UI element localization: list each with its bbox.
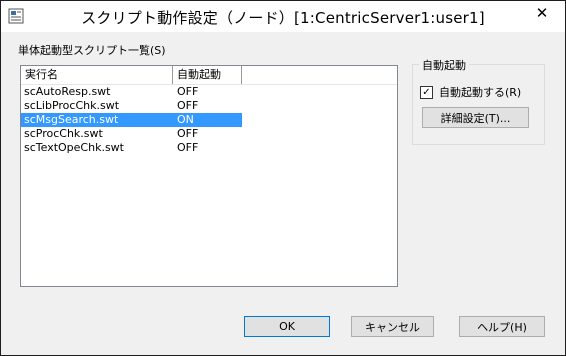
script-name: scMsgSearch.swt: [24, 113, 119, 126]
auto-start-group-label: 自動起動: [419, 57, 469, 73]
help-button[interactable]: ヘルプ(H): [459, 316, 545, 337]
list-item[interactable]: scProcChk.swt OFF: [21, 127, 242, 141]
column-header-name[interactable]: 実行名: [21, 66, 173, 84]
dialog-window: スクリプト動作設定（ノード）[1:CentricServer1:user1] ✕…: [0, 0, 566, 356]
auto-start-state: OFF: [177, 141, 199, 154]
column-header-auto-start[interactable]: 自動起動: [173, 66, 242, 84]
script-list[interactable]: 実行名 自動起動 scAutoResp.swt OFF scLibProcChk…: [20, 65, 398, 287]
list-item-selected[interactable]: scMsgSearch.swt ON: [21, 113, 242, 127]
script-name: scAutoResp.swt: [24, 85, 111, 98]
script-list-caption: 単体起動型スクリプト一覧(S): [18, 44, 166, 57]
auto-start-state: OFF: [177, 127, 199, 140]
script-name: scProcChk.swt: [24, 127, 103, 140]
list-item[interactable]: scLibProcChk.swt OFF: [21, 99, 242, 113]
auto-start-state: OFF: [177, 99, 199, 112]
window-title: スクリプト動作設定（ノード）[1:CentricServer1:user1]: [81, 9, 485, 27]
list-item[interactable]: scAutoResp.swt OFF: [21, 85, 242, 99]
list-header: 実行名 自動起動: [21, 66, 397, 85]
list-item[interactable]: scTextOpeChk.swt OFF: [21, 141, 242, 155]
auto-start-checkbox-row[interactable]: ✓ 自動起動する(R): [420, 84, 521, 100]
auto-start-checkbox[interactable]: ✓: [420, 85, 433, 99]
close-button[interactable]: ✕: [522, 2, 562, 24]
auto-start-group: 自動起動 ✓ 自動起動する(R) 詳細設定(T)...: [412, 57, 545, 145]
script-name: scLibProcChk.swt: [24, 99, 120, 112]
cancel-button[interactable]: キャンセル: [351, 316, 434, 337]
detail-settings-button[interactable]: 詳細設定(T)...: [422, 107, 529, 128]
list-rows: scAutoResp.swt OFF scLibProcChk.swt OFF …: [21, 85, 397, 155]
script-name: scTextOpeChk.swt: [24, 141, 124, 154]
title-bar[interactable]: スクリプト動作設定（ノード）[1:CentricServer1:user1] ✕: [1, 1, 565, 32]
auto-start-checkbox-label: 自動起動する(R): [439, 86, 522, 99]
ok-button[interactable]: OK: [244, 316, 330, 337]
auto-start-state: OFF: [177, 85, 199, 98]
auto-start-state: ON: [177, 113, 194, 126]
